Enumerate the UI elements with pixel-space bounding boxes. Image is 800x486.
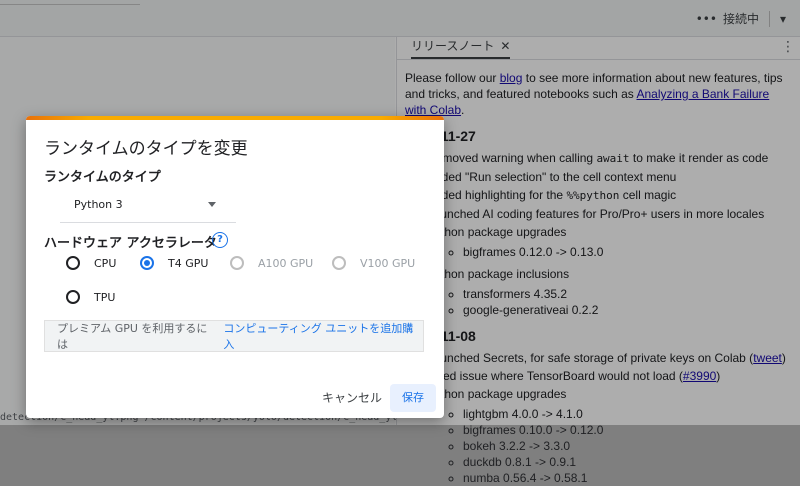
radio-circle-icon bbox=[230, 256, 244, 270]
radio-tpu[interactable]: TPU bbox=[66, 290, 115, 304]
list-item: duckdb 0.8.1 -> 0.9.1 bbox=[463, 454, 793, 470]
radio-cpu[interactable]: CPU bbox=[66, 256, 116, 270]
radio-circle-icon bbox=[66, 290, 80, 304]
radio-circle-icon bbox=[332, 256, 346, 270]
change-runtime-dialog: ランタイムのタイプを変更 ランタイムのタイプ Python 3 ハードウェア ア… bbox=[26, 116, 444, 418]
runtime-type-select[interactable]: Python 3 bbox=[60, 188, 236, 223]
radio-v100-gpu[interactable]: V100 GPU bbox=[332, 256, 415, 270]
radio-circle-icon bbox=[66, 256, 80, 270]
premium-text: プレミアム GPU を利用するには bbox=[57, 322, 208, 351]
dialog-title: ランタイムのタイプを変更 bbox=[44, 139, 248, 159]
cancel-button[interactable]: キャンセル bbox=[316, 384, 388, 412]
radio-label: T4 GPU bbox=[168, 256, 209, 270]
radio-circle-icon bbox=[140, 256, 154, 270]
dropdown-caret-icon bbox=[208, 202, 216, 207]
premium-gpu-notice: プレミアム GPU を利用するには コンピューティング ユニットを追加購入 bbox=[44, 320, 424, 352]
help-icon[interactable]: ? bbox=[212, 232, 228, 248]
save-button[interactable]: 保存 bbox=[390, 384, 436, 412]
runtime-type-label: ランタイムのタイプ bbox=[44, 170, 161, 185]
buy-compute-units-link[interactable]: コンピューティング ユニットを追加購入 bbox=[223, 320, 423, 352]
radio-label: V100 GPU bbox=[360, 256, 416, 270]
list-item: bokeh 3.2.2 -> 3.3.0 bbox=[463, 438, 793, 454]
radio-label: A100 GPU bbox=[258, 256, 314, 270]
hardware-accelerator-label: ハードウェア アクセラレータ bbox=[44, 236, 217, 251]
radio-label: CPU bbox=[94, 256, 117, 270]
dialog-accent-bar bbox=[26, 116, 444, 120]
list-item: numba 0.56.4 -> 0.58.1 bbox=[463, 470, 793, 486]
radio-t4-gpu[interactable]: T4 GPU bbox=[140, 256, 208, 270]
radio-a100-gpu[interactable]: A100 GPU bbox=[230, 256, 313, 270]
runtime-type-value: Python 3 bbox=[74, 198, 123, 211]
radio-label: TPU bbox=[94, 290, 116, 304]
